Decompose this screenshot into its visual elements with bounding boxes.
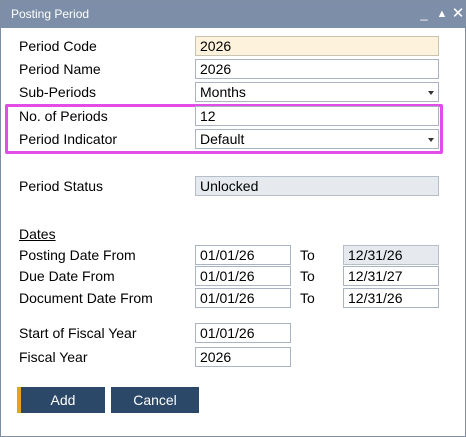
period-code-field[interactable]: 2026 — [195, 36, 439, 56]
sub-periods-value: Months — [200, 84, 246, 100]
document-date-to-label: To — [300, 290, 315, 306]
dates-section-label: Dates — [19, 226, 56, 242]
cancel-button[interactable]: Cancel — [111, 387, 199, 413]
period-name-label: Period Name — [19, 61, 101, 77]
due-date-to-field[interactable]: 12/31/27 — [343, 266, 439, 286]
no-of-periods-field[interactable]: 12 — [195, 106, 439, 126]
period-status-field: Unlocked — [195, 176, 439, 196]
period-name-field[interactable]: 2026 — [195, 59, 439, 79]
period-status-label: Period Status — [19, 178, 104, 194]
posting-date-from-label: Posting Date From — [19, 247, 136, 263]
chevron-down-icon[interactable] — [428, 138, 434, 142]
posting-date-to-field: 12/31/26 — [343, 245, 439, 265]
start-fiscal-year-field[interactable]: 01/01/26 — [195, 323, 291, 343]
document-date-to-field[interactable]: 12/31/26 — [343, 288, 439, 308]
window-title: Posting Period — [11, 7, 90, 21]
due-date-from-field[interactable]: 01/01/26 — [195, 266, 291, 286]
due-date-from-label: Due Date From — [19, 268, 115, 284]
fiscal-year-label: Fiscal Year — [19, 349, 88, 365]
document-date-from-field[interactable]: 01/01/26 — [195, 288, 291, 308]
close-icon[interactable]: ✕ — [449, 4, 466, 24]
posting-date-to-label: To — [300, 247, 315, 263]
fiscal-year-field[interactable]: 2026 — [195, 347, 291, 367]
minimize-icon[interactable]: _ — [415, 4, 433, 24]
posting-date-from-field[interactable]: 01/01/26 — [195, 245, 291, 265]
document-date-from-label: Document Date From — [19, 290, 153, 306]
title-bar[interactable]: Posting Period _ ▲ ✕ — [1, 1, 465, 28]
sub-periods-label: Sub-Periods — [19, 84, 97, 100]
period-code-label: Period Code — [19, 38, 97, 54]
add-button[interactable]: Add — [17, 387, 105, 413]
start-fiscal-year-label: Start of Fiscal Year — [19, 325, 137, 341]
period-indicator-select[interactable]: Default — [195, 129, 439, 149]
posting-period-window: Posting Period _ ▲ ✕ Period Code 2026 Pe… — [0, 0, 466, 437]
period-indicator-value: Default — [200, 131, 245, 147]
sub-periods-select[interactable]: Months — [195, 82, 439, 102]
no-of-periods-label: No. of Periods — [19, 108, 108, 124]
period-indicator-label: Period Indicator — [19, 131, 118, 147]
due-date-to-label: To — [300, 268, 315, 284]
chevron-down-icon[interactable] — [428, 91, 434, 95]
